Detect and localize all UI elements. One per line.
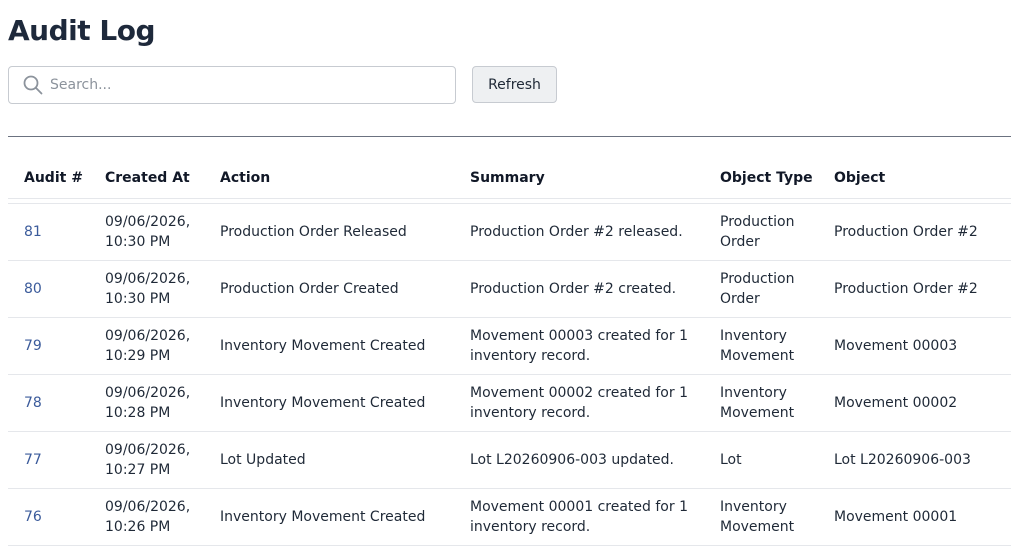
- created-at-cell: 09/06/2026, 10:28 PM: [89, 374, 204, 432]
- table-row[interactable]: 78 09/06/2026, 10:28 PM Inventory Movement …: [8, 374, 1011, 432]
- summary-cell: Production Order #2 released.: [454, 203, 704, 261]
- table-header-row: Audit # Created At Action Summary Object…: [8, 158, 1011, 199]
- audit-number-cell: 79: [8, 317, 89, 375]
- object-type-cell: Production Order: [704, 260, 818, 318]
- object-type-cell: Production Order: [704, 203, 818, 261]
- created-time: 10:29 PM: [105, 347, 171, 364]
- created-date: 09/06/2026,: [105, 441, 191, 458]
- created-time: 10:30 PM: [105, 290, 171, 307]
- summary-cell: Movement 00001 created for 1 inventory r…: [454, 488, 704, 546]
- audit-number-cell: 78: [8, 374, 89, 432]
- summary-cell: Movement 00002 created for 1 inventory r…: [454, 374, 704, 432]
- column-header-action[interactable]: Action: [204, 158, 454, 199]
- search-input[interactable]: [50, 67, 455, 103]
- summary-cell: Movement 00003 created for 1 inventory r…: [454, 317, 704, 375]
- object-type-cell: Inventory Movement: [704, 317, 818, 375]
- created-time: 10:28 PM: [105, 404, 171, 421]
- audit-number-link[interactable]: 81: [24, 224, 42, 240]
- audit-number-cell: 77: [8, 431, 89, 489]
- action-cell: Inventory Movement Created: [204, 488, 454, 546]
- created-at-cell: 09/06/2026, 10:29 PM: [89, 317, 204, 375]
- object-type-cell: Inventory Movement: [704, 488, 818, 546]
- created-time: 10:30 PM: [105, 233, 171, 250]
- column-header-created-at[interactable]: Created At: [89, 158, 204, 199]
- column-header-object-type[interactable]: Object Type: [704, 158, 818, 199]
- column-header-audit-number[interactable]: Audit #: [8, 158, 89, 199]
- created-at-cell: 09/06/2026, 10:26 PM: [89, 488, 204, 546]
- table-row[interactable]: 77 09/06/2026, 10:27 PM Lot Updated Lot L202…: [8, 431, 1011, 489]
- object-cell: Movement 00002: [818, 374, 1011, 432]
- created-at-cell: 09/06/2026, 10:30 PM: [89, 260, 204, 318]
- created-time: 10:27 PM: [105, 461, 171, 478]
- object-cell: Production Order #2: [818, 260, 1011, 318]
- object-type-cell: Lot: [704, 431, 818, 489]
- refresh-button[interactable]: Refresh: [472, 66, 557, 103]
- created-at-cell: 09/06/2026, 10:30 PM: [89, 203, 204, 261]
- divider: [8, 136, 1011, 137]
- table-row[interactable]: 76 09/06/2026, 10:26 PM Inventory Movement …: [8, 488, 1011, 546]
- page-title: Audit Log: [8, 14, 156, 47]
- created-date: 09/06/2026,: [105, 327, 191, 344]
- table-row[interactable]: 80 09/06/2026, 10:30 PM Production Order Cr…: [8, 260, 1011, 318]
- object-cell: Lot L20260906-003: [818, 431, 1011, 489]
- audit-table: Audit # Created At Action Summary Object…: [8, 158, 1011, 546]
- object-cell: Movement 00003: [818, 317, 1011, 375]
- action-cell: Inventory Movement Created: [204, 317, 454, 375]
- summary-cell: Production Order #2 created.: [454, 260, 704, 318]
- action-cell: Inventory Movement Created: [204, 374, 454, 432]
- created-at-cell: 09/06/2026, 10:27 PM: [89, 431, 204, 489]
- audit-number-link[interactable]: 77: [24, 452, 42, 468]
- table-row[interactable]: 81 09/06/2026, 10:30 PM Production Order Re…: [8, 203, 1011, 261]
- search-box[interactable]: [8, 66, 456, 104]
- created-date: 09/06/2026,: [105, 384, 191, 401]
- created-date: 09/06/2026,: [105, 270, 191, 287]
- search-icon: [22, 74, 44, 96]
- audit-number-cell: 80: [8, 260, 89, 318]
- object-type-cell: Inventory Movement: [704, 374, 818, 432]
- created-date: 09/06/2026,: [105, 498, 191, 515]
- column-header-summary[interactable]: Summary: [454, 158, 704, 199]
- column-header-object[interactable]: Object: [818, 158, 1011, 199]
- table-row[interactable]: 79 09/06/2026, 10:29 PM Inventory Movement …: [8, 317, 1011, 375]
- object-cell: Movement 00001: [818, 488, 1011, 546]
- audit-number-link[interactable]: 78: [24, 395, 42, 411]
- created-date: 09/06/2026,: [105, 213, 191, 230]
- audit-number-link[interactable]: 80: [24, 281, 42, 297]
- audit-number-link[interactable]: 76: [24, 509, 42, 525]
- summary-cell: Lot L20260906-003 updated.: [454, 431, 704, 489]
- created-time: 10:26 PM: [105, 518, 171, 535]
- audit-number-cell: 76: [8, 488, 89, 546]
- action-cell: Lot Updated: [204, 431, 454, 489]
- action-cell: Production Order Released: [204, 203, 454, 261]
- action-cell: Production Order Created: [204, 260, 454, 318]
- audit-number-cell: 81: [8, 203, 89, 261]
- object-cell: Production Order #2: [818, 203, 1011, 261]
- audit-number-link[interactable]: 79: [24, 338, 42, 354]
